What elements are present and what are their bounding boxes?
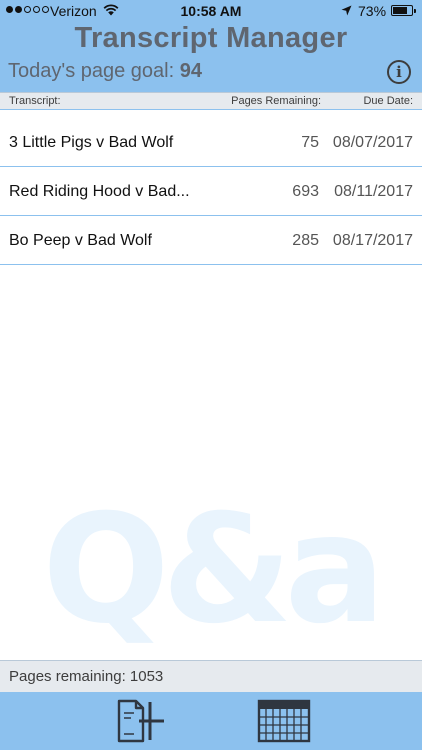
info-button[interactable]: i <box>387 60 411 84</box>
location-arrow-icon <box>341 5 352 16</box>
add-transcript-icon[interactable] <box>112 698 168 744</box>
qa-watermark-logo: Q&a <box>42 483 386 657</box>
app-title: Transcript Manager <box>74 22 348 54</box>
status-bar: Verizon 10:58 AM 73% <box>0 0 422 22</box>
page-goal: Today's page goal: 94 <box>8 60 202 83</box>
transcript-due-date: 08/07/2017 <box>332 134 413 151</box>
pages-remaining-summary: Pages remaining: 1053 <box>0 660 422 692</box>
battery-icon <box>391 5 416 16</box>
transcript-pages-remaining: 285 <box>292 232 319 249</box>
battery-percentage: 73% <box>358 3 387 19</box>
column-header-row: Transcript: Pages Remaining: Due Date: <box>0 92 422 110</box>
transcript-name: Bo Peep v Bad Wolf <box>9 232 152 249</box>
transcript-name: Red Riding Hood v Bad... <box>9 183 190 200</box>
transcript-due-date: 08/17/2017 <box>332 232 413 249</box>
column-header-transcript: Transcript: <box>9 95 61 107</box>
transcript-due-date: 08/11/2017 <box>334 183 413 200</box>
pages-remaining-summary-text: Pages remaining: 1053 <box>9 668 164 685</box>
transcript-row[interactable]: Bo Peep v Bad Wolf 285 08/17/2017 <box>0 216 422 265</box>
transcript-pages-remaining: 693 <box>292 183 319 200</box>
transcript-pages-remaining: 75 <box>301 134 319 151</box>
bottom-toolbar <box>0 692 422 750</box>
page-goal-label: Today's page goal: <box>8 60 175 82</box>
app-header: Verizon 10:58 AM 73% Transcript Manager … <box>0 0 422 92</box>
transcript-row[interactable]: 3 Little Pigs v Bad Wolf 75 08/07/2017 <box>0 118 422 167</box>
column-header-pages-remaining: Pages Remaining: <box>231 95 321 107</box>
column-header-due-date: Due Date: <box>363 95 413 107</box>
transcript-name: 3 Little Pigs v Bad Wolf <box>9 134 174 151</box>
page-goal-value: 94 <box>179 60 202 82</box>
transcript-row[interactable]: Red Riding Hood v Bad... 693 08/11/2017 <box>0 167 422 216</box>
calendar-icon[interactable] <box>256 698 312 744</box>
transcript-list: 3 Little Pigs v Bad Wolf 75 08/07/2017 R… <box>0 118 422 265</box>
